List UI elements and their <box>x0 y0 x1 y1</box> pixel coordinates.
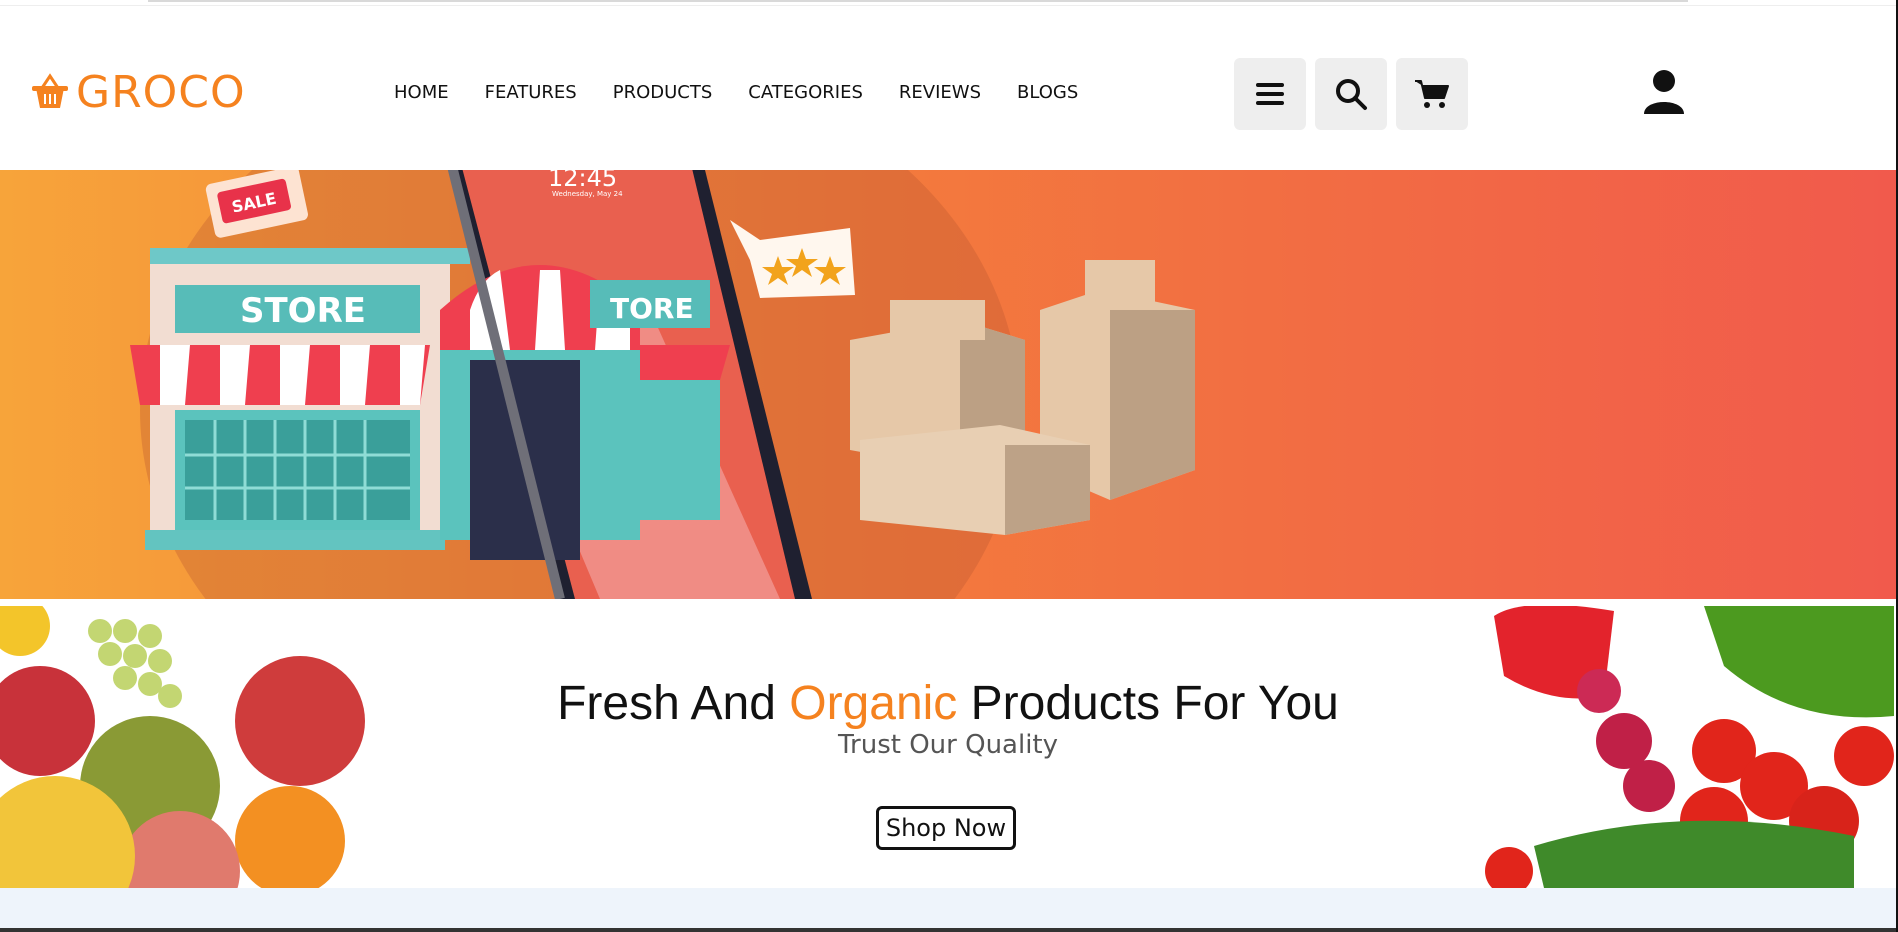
shop-now-button[interactable]: Shop Now <box>876 806 1016 850</box>
phone-date: Wednesday, May 24 <box>552 190 623 198</box>
search-icon <box>1336 79 1367 110</box>
hero-illustration: 12:45 Wednesday, May 24 SALE STORE TORE <box>130 170 1195 599</box>
fresh-products-section: Fresh And Organic Products For You Trust… <box>0 606 1896 888</box>
fresh-heading-part1: Fresh And <box>557 677 790 731</box>
store-illustration: STORE TORE <box>130 248 730 560</box>
user-icon <box>1644 70 1684 114</box>
brand-name: GROCO <box>76 66 246 118</box>
next-section-band <box>0 888 1896 928</box>
top-scroll-rule <box>148 0 1688 2</box>
store-sign-text: STORE <box>240 291 366 331</box>
cart-button[interactable] <box>1396 58 1468 130</box>
nav-home[interactable]: HOME <box>394 82 449 103</box>
hero-banner: 12:45 Wednesday, May 24 SALE STORE TORE <box>0 170 1896 599</box>
store-side-sign-text: TORE <box>610 292 694 325</box>
phone-time: 12:45 <box>548 170 617 192</box>
sale-tag: SALE <box>205 170 308 238</box>
fresh-subtitle: Trust Our Quality <box>837 730 1059 760</box>
site-header: GROCO HOME FEATURES PRODUCTS CATEGORIES … <box>0 5 1896 171</box>
user-account-button[interactable] <box>1640 68 1688 116</box>
hamburger-icon <box>1256 83 1284 105</box>
bottom-divider <box>0 928 1896 932</box>
fresh-heading: Fresh And Organic Products For You <box>0 676 1896 731</box>
cart-icon <box>1415 80 1449 108</box>
brand-logo[interactable]: GROCO <box>28 66 246 118</box>
fresh-heading-part2: Products For You <box>957 677 1339 731</box>
menu-button[interactable] <box>1234 58 1306 130</box>
nav-blogs[interactable]: BLOGS <box>1017 82 1078 103</box>
nav-products[interactable]: PRODUCTS <box>613 82 713 103</box>
rating-bubble <box>730 220 855 298</box>
nav-reviews[interactable]: REVIEWS <box>899 82 981 103</box>
nav-features[interactable]: FEATURES <box>485 82 577 103</box>
nav-categories[interactable]: CATEGORIES <box>748 82 863 103</box>
search-button[interactable] <box>1315 58 1387 130</box>
main-nav: HOME FEATURES PRODUCTS CATEGORIES REVIEW… <box>394 82 1114 103</box>
basket-icon <box>32 73 68 108</box>
fresh-heading-accent: Organic <box>789 677 958 731</box>
delivery-boxes <box>850 260 1195 535</box>
